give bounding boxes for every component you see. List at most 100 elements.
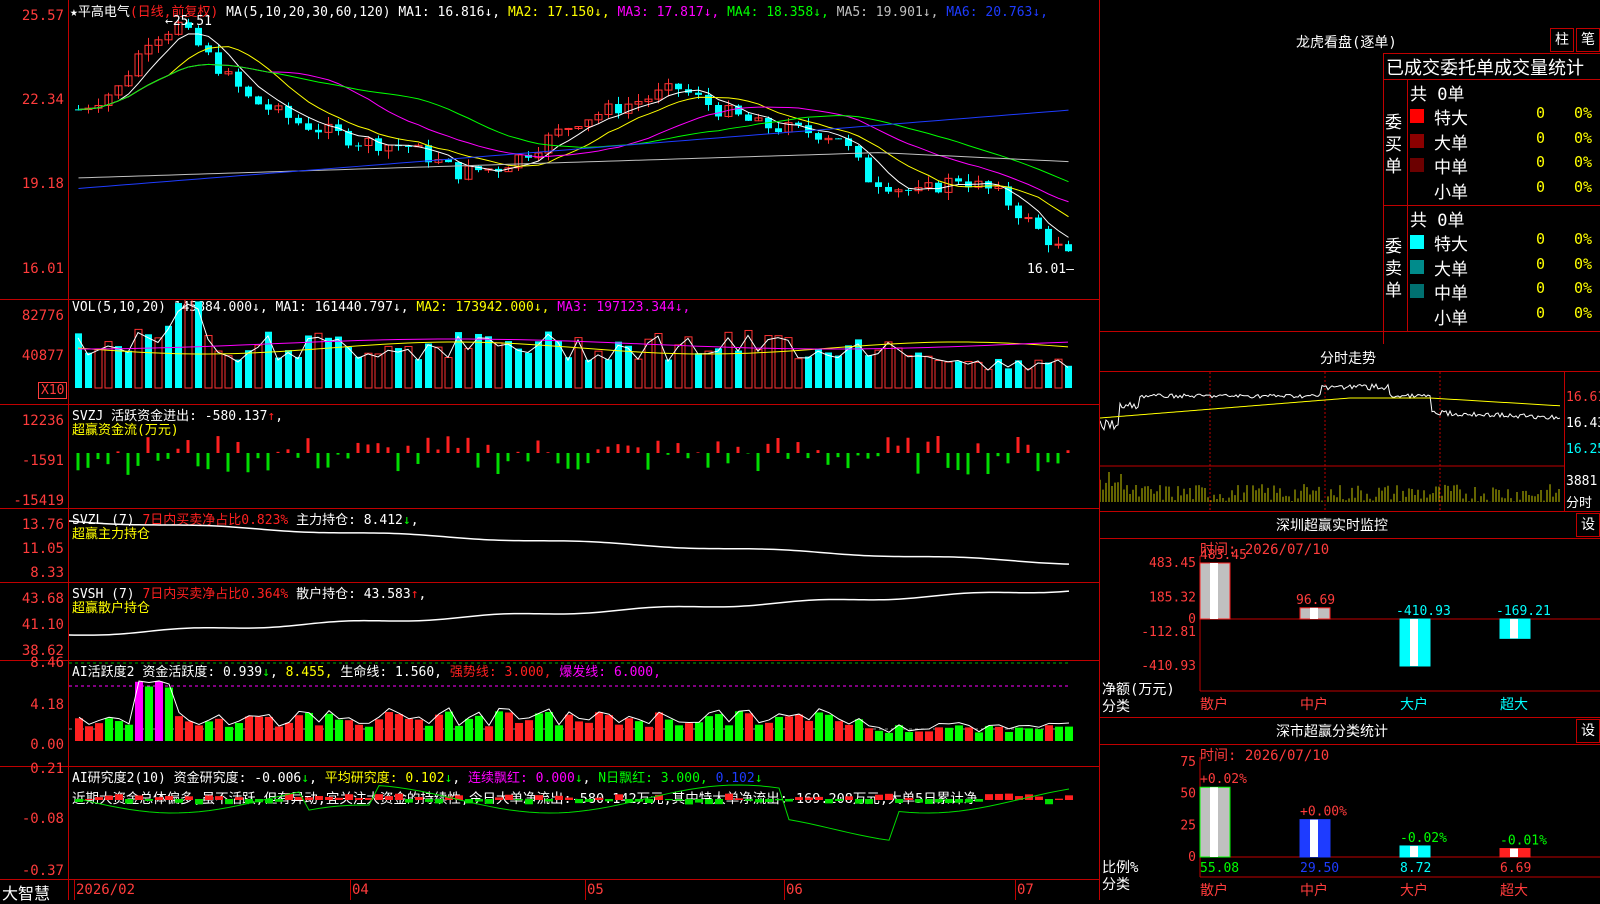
volume-bar [924, 355, 933, 389]
activity-bar [1035, 729, 1043, 741]
research-bar [155, 797, 163, 800]
candle-body [815, 133, 822, 140]
research-bar [695, 799, 703, 803]
volume-bar [195, 301, 202, 388]
dragon-panel[interactable]: 龙虎看盘(逐单) 柱 笔 已成交委托单成交量统计 委买单 委卖单 共 0单 共 … [1100, 0, 1600, 344]
monitor-xtick: 散户 [1200, 696, 1228, 713]
research-bar [745, 799, 753, 801]
intraday-vol-label: 3881 [1566, 474, 1598, 489]
row-name: 大单 [1434, 259, 1468, 280]
volume-bar [444, 356, 453, 389]
chart-area[interactable]: ★平高电气(日线,前复权) MA(5,10,20,30,60,120) MA1:… [0, 0, 1100, 903]
candle-body [1045, 228, 1052, 246]
candle-body [1015, 205, 1022, 219]
row-count: 0 [1536, 153, 1546, 171]
svzj-panel[interactable]: SVZJ 活跃资金进出: -580.137↑, 超赢资金流(万元) 12236 … [0, 405, 1100, 509]
volume-bar [494, 342, 503, 389]
sell-total: 共 0单 [1410, 211, 1465, 231]
volume-bar [565, 357, 572, 388]
monitor-ytick: 185.32 [1149, 591, 1196, 606]
svzl-ylabel-3: 8.33 [30, 565, 64, 581]
tab-tick[interactable]: 笔 [1576, 28, 1600, 52]
row-pct: 0% [1574, 128, 1593, 147]
volume-bar [224, 355, 233, 389]
activity-bar [275, 726, 283, 741]
candle-body [775, 128, 782, 133]
activity-bar [825, 714, 833, 741]
svzj-ylabel-2: -1591 [21, 453, 64, 469]
classify-value: 8.72 [1400, 861, 1431, 876]
activity-bar [225, 726, 233, 741]
svzl-panel[interactable]: SVZL (7) 7日内买卖净占比0.823% 主力持仓: 8.412↓, 超赢… [0, 509, 1100, 582]
volume-bar [505, 341, 512, 388]
ai-research-ylabel-3: -0.37 [21, 863, 64, 879]
ai-active-panel[interactable]: AI活跃度2 资金活跃度: 0.939↓, 8.455, 生命线: 1.560,… [0, 655, 1100, 766]
activity-bar [605, 715, 613, 741]
price-panel[interactable]: ★平高电气(日线,前复权) MA(5,10,20,30,60,120) MA1:… [0, 0, 1100, 299]
volume-bar [165, 325, 172, 388]
activity-bar [925, 731, 933, 741]
svsh-line [69, 590, 1070, 636]
low-marker: 16.01— [1027, 262, 1074, 277]
activity-bar [175, 716, 183, 741]
classify-ytick: 75 [1180, 755, 1196, 770]
activity-bar [405, 718, 413, 741]
svzj-ylabel-1: 12236 [21, 413, 64, 429]
intraday-vol-unit: 分时 [1566, 496, 1593, 511]
activity-bar [665, 719, 673, 741]
research-bar [375, 794, 383, 800]
row-name: 特大 [1434, 109, 1468, 129]
row-pct: 0% [1574, 279, 1593, 297]
classify-panel[interactable]: 深市超赢分类统计 设 时间: 2026/07/10 比例% 分类 75 50 25 0… [1100, 717, 1600, 900]
activity-bar [675, 725, 683, 741]
volume-bar [894, 347, 903, 389]
volume-bar [825, 352, 832, 388]
research-bar [595, 797, 603, 800]
intraday-panel[interactable]: 分时走势 16.61 16.43 16.25 3881 分时 [1100, 344, 1600, 511]
volume-bar [275, 357, 282, 388]
research-bar [825, 799, 833, 804]
ma-line [78, 152, 1069, 179]
color-swatch [1410, 158, 1424, 172]
volume-bar [625, 345, 632, 388]
candle-body [215, 52, 222, 74]
research-bar [165, 796, 173, 800]
activity-bar [935, 727, 943, 741]
candle-body [745, 114, 752, 121]
candle-body [455, 162, 462, 180]
research-bar [405, 799, 413, 803]
activity-bar [335, 719, 343, 741]
volume-bar [145, 334, 152, 388]
activity-bar [835, 721, 843, 741]
svsh-panel[interactable]: SVSH (7) 7日内买卖净占比0.364% 散户持仓: 43.583↑, 超… [0, 583, 1100, 660]
activity-bar [515, 722, 523, 741]
svzj-chart [76, 436, 1070, 475]
volume-bar [634, 358, 643, 389]
tab-bar[interactable]: 柱 [1550, 28, 1574, 52]
volume-panel[interactable]: VOL(5,10,20) 145884.000↓, MA1: 161440.79… [0, 300, 1100, 404]
monitor-panel[interactable]: 深圳超赢实时监控 设 时间: 2026/07/10 净额(万元) 分类 483.… [1100, 511, 1600, 717]
activity-bar [815, 712, 823, 741]
candle-body [695, 92, 702, 95]
activity-bar [445, 711, 453, 741]
activity-bar [1015, 727, 1023, 741]
row-name: 中单 [1434, 158, 1468, 178]
research-bar [275, 799, 283, 802]
research-bar [185, 796, 193, 800]
research-bar [145, 799, 153, 801]
research-bar [615, 794, 623, 800]
volume-bar [934, 360, 943, 389]
activity-bar [565, 714, 573, 741]
activity-bar [905, 732, 913, 741]
activity-bar [235, 723, 243, 741]
research-bar [875, 794, 883, 800]
activity-bar [875, 730, 883, 741]
activity-bar [495, 711, 503, 741]
research-bar [435, 799, 443, 804]
volume-bar [574, 337, 583, 389]
volume-bar [865, 355, 872, 388]
volume-bar [214, 350, 223, 389]
volume-bar [395, 348, 402, 388]
ai-research-panel[interactable]: AI研究度2(10) 资金研究度: -0.006↓, 平均研究度: 0.102↓… [0, 761, 1100, 879]
buy-total: 共 0单 [1410, 85, 1465, 105]
